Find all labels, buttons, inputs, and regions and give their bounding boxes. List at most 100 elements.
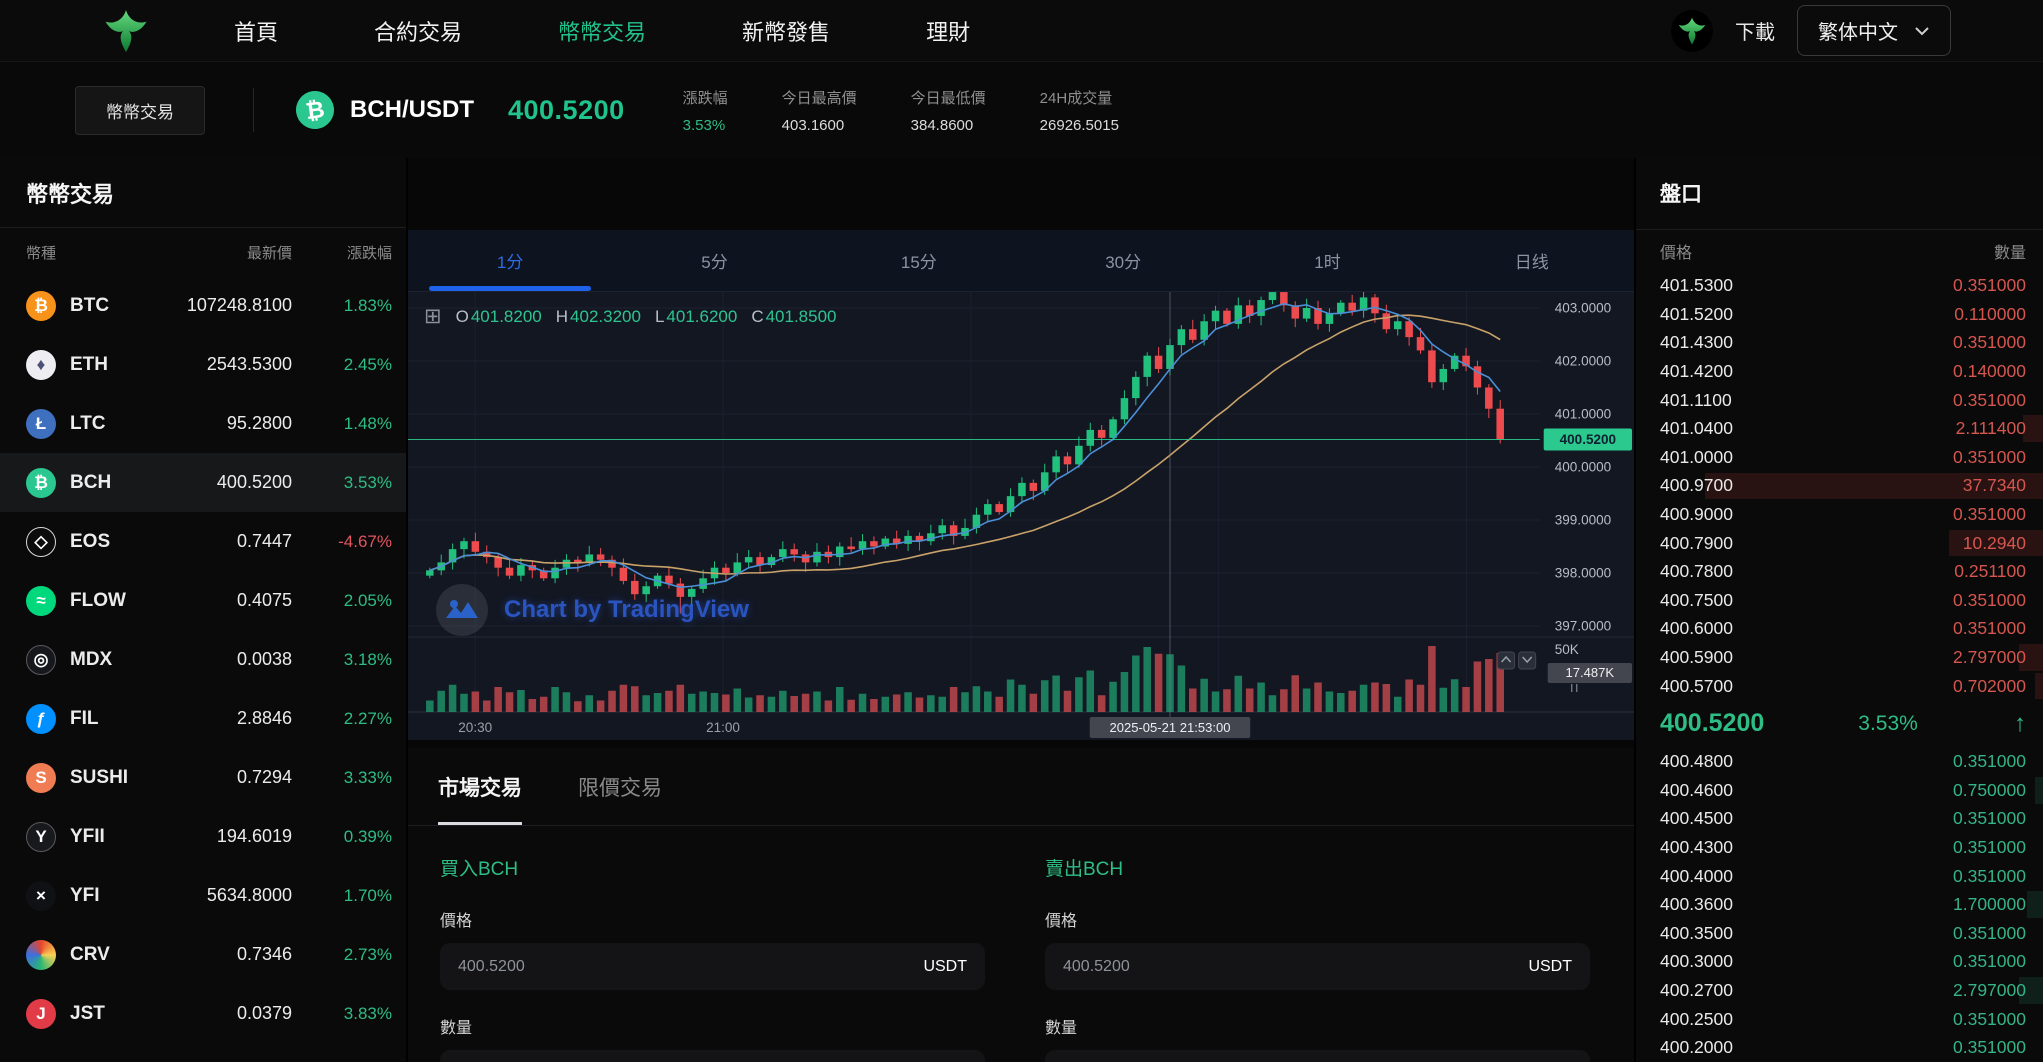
ask-row-8[interactable]: 400.9000 0.351000 (1636, 500, 2043, 529)
bid-row-5[interactable]: 400.3600 1.700000 (1636, 890, 2043, 919)
coin-row-bch[interactable]: ₿ BCH 400.5200 3.53% (0, 453, 406, 512)
bid-row-6[interactable]: 400.3500 0.351000 (1636, 919, 2043, 948)
ob-qty: 0.351000 (1953, 837, 2026, 858)
svg-text:17.487K: 17.487K (1566, 665, 1615, 680)
timeframe-tab-3[interactable]: 30分 (1021, 230, 1225, 291)
main-nav: 首頁 合約交易 幣幣交易 新幣發售 理財 (234, 15, 970, 47)
ob-qty: 0.351000 (1953, 808, 2026, 829)
app-icon[interactable] (1671, 9, 1713, 52)
bid-row-2[interactable]: 400.4500 0.351000 (1636, 805, 2043, 834)
coin-row-ltc[interactable]: Ł LTC 95.2800 1.48% (0, 394, 406, 453)
ask-row-1[interactable]: 401.5200 0.110000 (1636, 300, 2043, 329)
asks-list: 401.5300 0.351000 401.5200 0.110000 401.4300… (1636, 271, 2043, 700)
bid-row-8[interactable]: 400.2700 2.797000 (1636, 976, 2043, 1005)
coin-row-flow[interactable]: ≈ FLOW 0.4075 2.05% (0, 571, 406, 630)
ask-row-2[interactable]: 401.4300 0.351000 (1636, 329, 2043, 358)
nav-item-1[interactable]: 合約交易 (374, 15, 462, 47)
candlestick-chart[interactable]: 400.5200 403.0000 402.0000 401.0000 400.0000… (408, 292, 1634, 740)
ask-row-4[interactable]: 401.1100 0.351000 (1636, 386, 2043, 415)
timeframe-tab-2[interactable]: 15分 (817, 230, 1021, 291)
ask-row-11[interactable]: 400.7500 0.351000 (1636, 586, 2043, 615)
price-up-arrow-icon: ↑ (2014, 709, 2026, 737)
bid-row-10[interactable]: 400.2000 0.351000 (1636, 1033, 2043, 1062)
nav-item-4[interactable]: 理財 (926, 15, 970, 47)
coin-row-yfii[interactable]: Y YFII 194.6019 0.39% (0, 807, 406, 866)
coin-symbol: EOS (70, 530, 111, 552)
bid-row-9[interactable]: 400.2500 0.351000 (1636, 1005, 2043, 1034)
bid-row-3[interactable]: 400.4300 0.351000 (1636, 833, 2043, 862)
nav-item-2[interactable]: 幣幣交易 (558, 15, 646, 47)
coin-row-crv[interactable]: CRV 0.7346 2.73% (0, 925, 406, 984)
coin-row-jst[interactable]: J JST 0.0379 3.83% (0, 984, 406, 1043)
sushi-coin-icon: S (26, 762, 56, 793)
current-price: 400.5200 (1660, 709, 1765, 738)
download-link[interactable]: 下載 (1735, 16, 1775, 45)
bid-row-7[interactable]: 400.3000 0.351000 (1636, 948, 2043, 977)
svg-text:2025-05-21 21:53:00: 2025-05-21 21:53:00 (1109, 720, 1230, 735)
bch-coin-icon: ₿ (26, 467, 56, 498)
ob-price: 401.0400 (1660, 418, 1733, 439)
nav-item-3[interactable]: 新幣發售 (742, 15, 830, 47)
ob-qty: 0.110000 (1954, 303, 2026, 324)
ob-price: 400.4600 (1660, 779, 1733, 800)
coin-row-fil[interactable]: ƒ FIL 2.8846 2.27% (0, 689, 406, 748)
ticker-stat-1: 今日最高價 403.1600 (781, 89, 857, 134)
coin-row-yfi[interactable]: × YFI 5634.8000 1.70% (0, 866, 406, 925)
bid-row-1[interactable]: 400.4600 0.750000 (1636, 776, 2043, 805)
coin-row-btc[interactable]: ₿ BTC 107248.8100 1.83% (0, 276, 406, 335)
ob-qty: 0.351000 (1953, 865, 2026, 886)
order-book-header: 價格 數量 (1636, 230, 2043, 272)
ob-qty: 0.351000 (1953, 446, 2026, 467)
timeframe-tab-0[interactable]: 1分 (408, 230, 612, 291)
phoenix-logo-icon[interactable] (100, 5, 152, 57)
ob-qty: 0.351000 (1953, 589, 2026, 610)
buy-price-input[interactable] (458, 957, 912, 976)
coin-row-eos[interactable]: ◇ EOS 0.7447 -4.67% (0, 512, 406, 571)
trade-tab-1[interactable]: 限價交易 (578, 748, 662, 825)
timeframe-tab-1[interactable]: 5分 (612, 230, 816, 291)
trade-tabs: 市場交易 限價交易 (408, 748, 1634, 826)
ask-row-7[interactable]: 400.9700 37.7340 (1636, 472, 2043, 501)
bid-row-4[interactable]: 400.4000 0.351000 (1636, 862, 2043, 891)
language-selector[interactable]: 繁体中文 (1797, 5, 1951, 56)
trade-tab-0[interactable]: 市場交易 (438, 748, 522, 825)
ask-row-14[interactable]: 400.5700 0.702000 (1636, 672, 2043, 701)
ask-row-12[interactable]: 400.6000 0.351000 (1636, 615, 2043, 644)
trade-panel: 市場交易限價交易 買入BCH 價格 USDT 數量 USDT (408, 748, 1634, 1062)
coin-price: 0.7447 (236, 531, 292, 551)
coin-symbol: SUSHI (70, 766, 129, 788)
ask-row-5[interactable]: 401.0400 2.111400 (1636, 414, 2043, 443)
ask-row-3[interactable]: 401.4200 0.140000 (1636, 357, 2043, 386)
sell-price-unit: USDT (1528, 957, 1572, 975)
sell-price-input[interactable] (1063, 957, 1517, 976)
market-type-button[interactable]: 幣幣交易 (75, 85, 205, 135)
ask-row-13[interactable]: 400.5900 2.797000 (1636, 643, 2043, 672)
ask-row-0[interactable]: 401.5300 0.351000 (1636, 271, 2043, 300)
btc-coin-icon: ₿ (26, 290, 56, 321)
ask-row-9[interactable]: 400.7900 10.2940 (1636, 529, 2043, 558)
ask-row-10[interactable]: 400.7800 0.251100 (1636, 557, 2043, 586)
ask-row-6[interactable]: 401.0000 0.351000 (1636, 443, 2043, 472)
chart-panel: 1分 5分 15分 30分 1时 日线 400.5200 403.0000 402.0000 4… (408, 158, 1634, 740)
coin-row-sushi[interactable]: S SUSHI 0.7294 3.33% (0, 748, 406, 807)
ob-price: 400.9000 (1660, 504, 1733, 525)
bids-list: 400.4800 0.351000 400.4600 0.750000 400.4500… (1636, 747, 2043, 1062)
ob-price: 400.7800 (1660, 561, 1733, 582)
bch-coin-icon: ₿ (293, 88, 337, 132)
ob-qty: 0.351000 (1953, 1037, 2026, 1058)
ob-price: 400.3500 (1660, 922, 1733, 943)
ob-price: 400.3000 (1660, 951, 1733, 972)
timeframe-tab-4[interactable]: 1时 (1225, 230, 1429, 291)
coin-row-mdx[interactable]: ◎ MDX 0.0038 3.18% (0, 630, 406, 689)
nav-item-0[interactable]: 首頁 (234, 15, 278, 47)
coin-list-panel: 幣幣交易 幣種 最新價 漲跌幅 ₿ BTC 107248.8100 1.83% ♦ ETH… (0, 158, 408, 1062)
coin-row-eth[interactable]: ♦ ETH 2543.5300 2.45% (0, 335, 406, 394)
coin-change: 2.45% (343, 354, 392, 374)
bid-row-0[interactable]: 400.4800 0.351000 (1636, 747, 2043, 776)
timeframe-tab-5[interactable]: 日线 (1430, 230, 1634, 291)
ob-price: 400.9700 (1660, 475, 1733, 496)
col-change: 漲跌幅 (346, 244, 392, 262)
ob-qty: 0.351000 (1953, 951, 2026, 972)
coin-symbol: YFII (70, 825, 105, 847)
buy-form: 買入BCH 價格 USDT 數量 USDT (440, 854, 985, 1062)
